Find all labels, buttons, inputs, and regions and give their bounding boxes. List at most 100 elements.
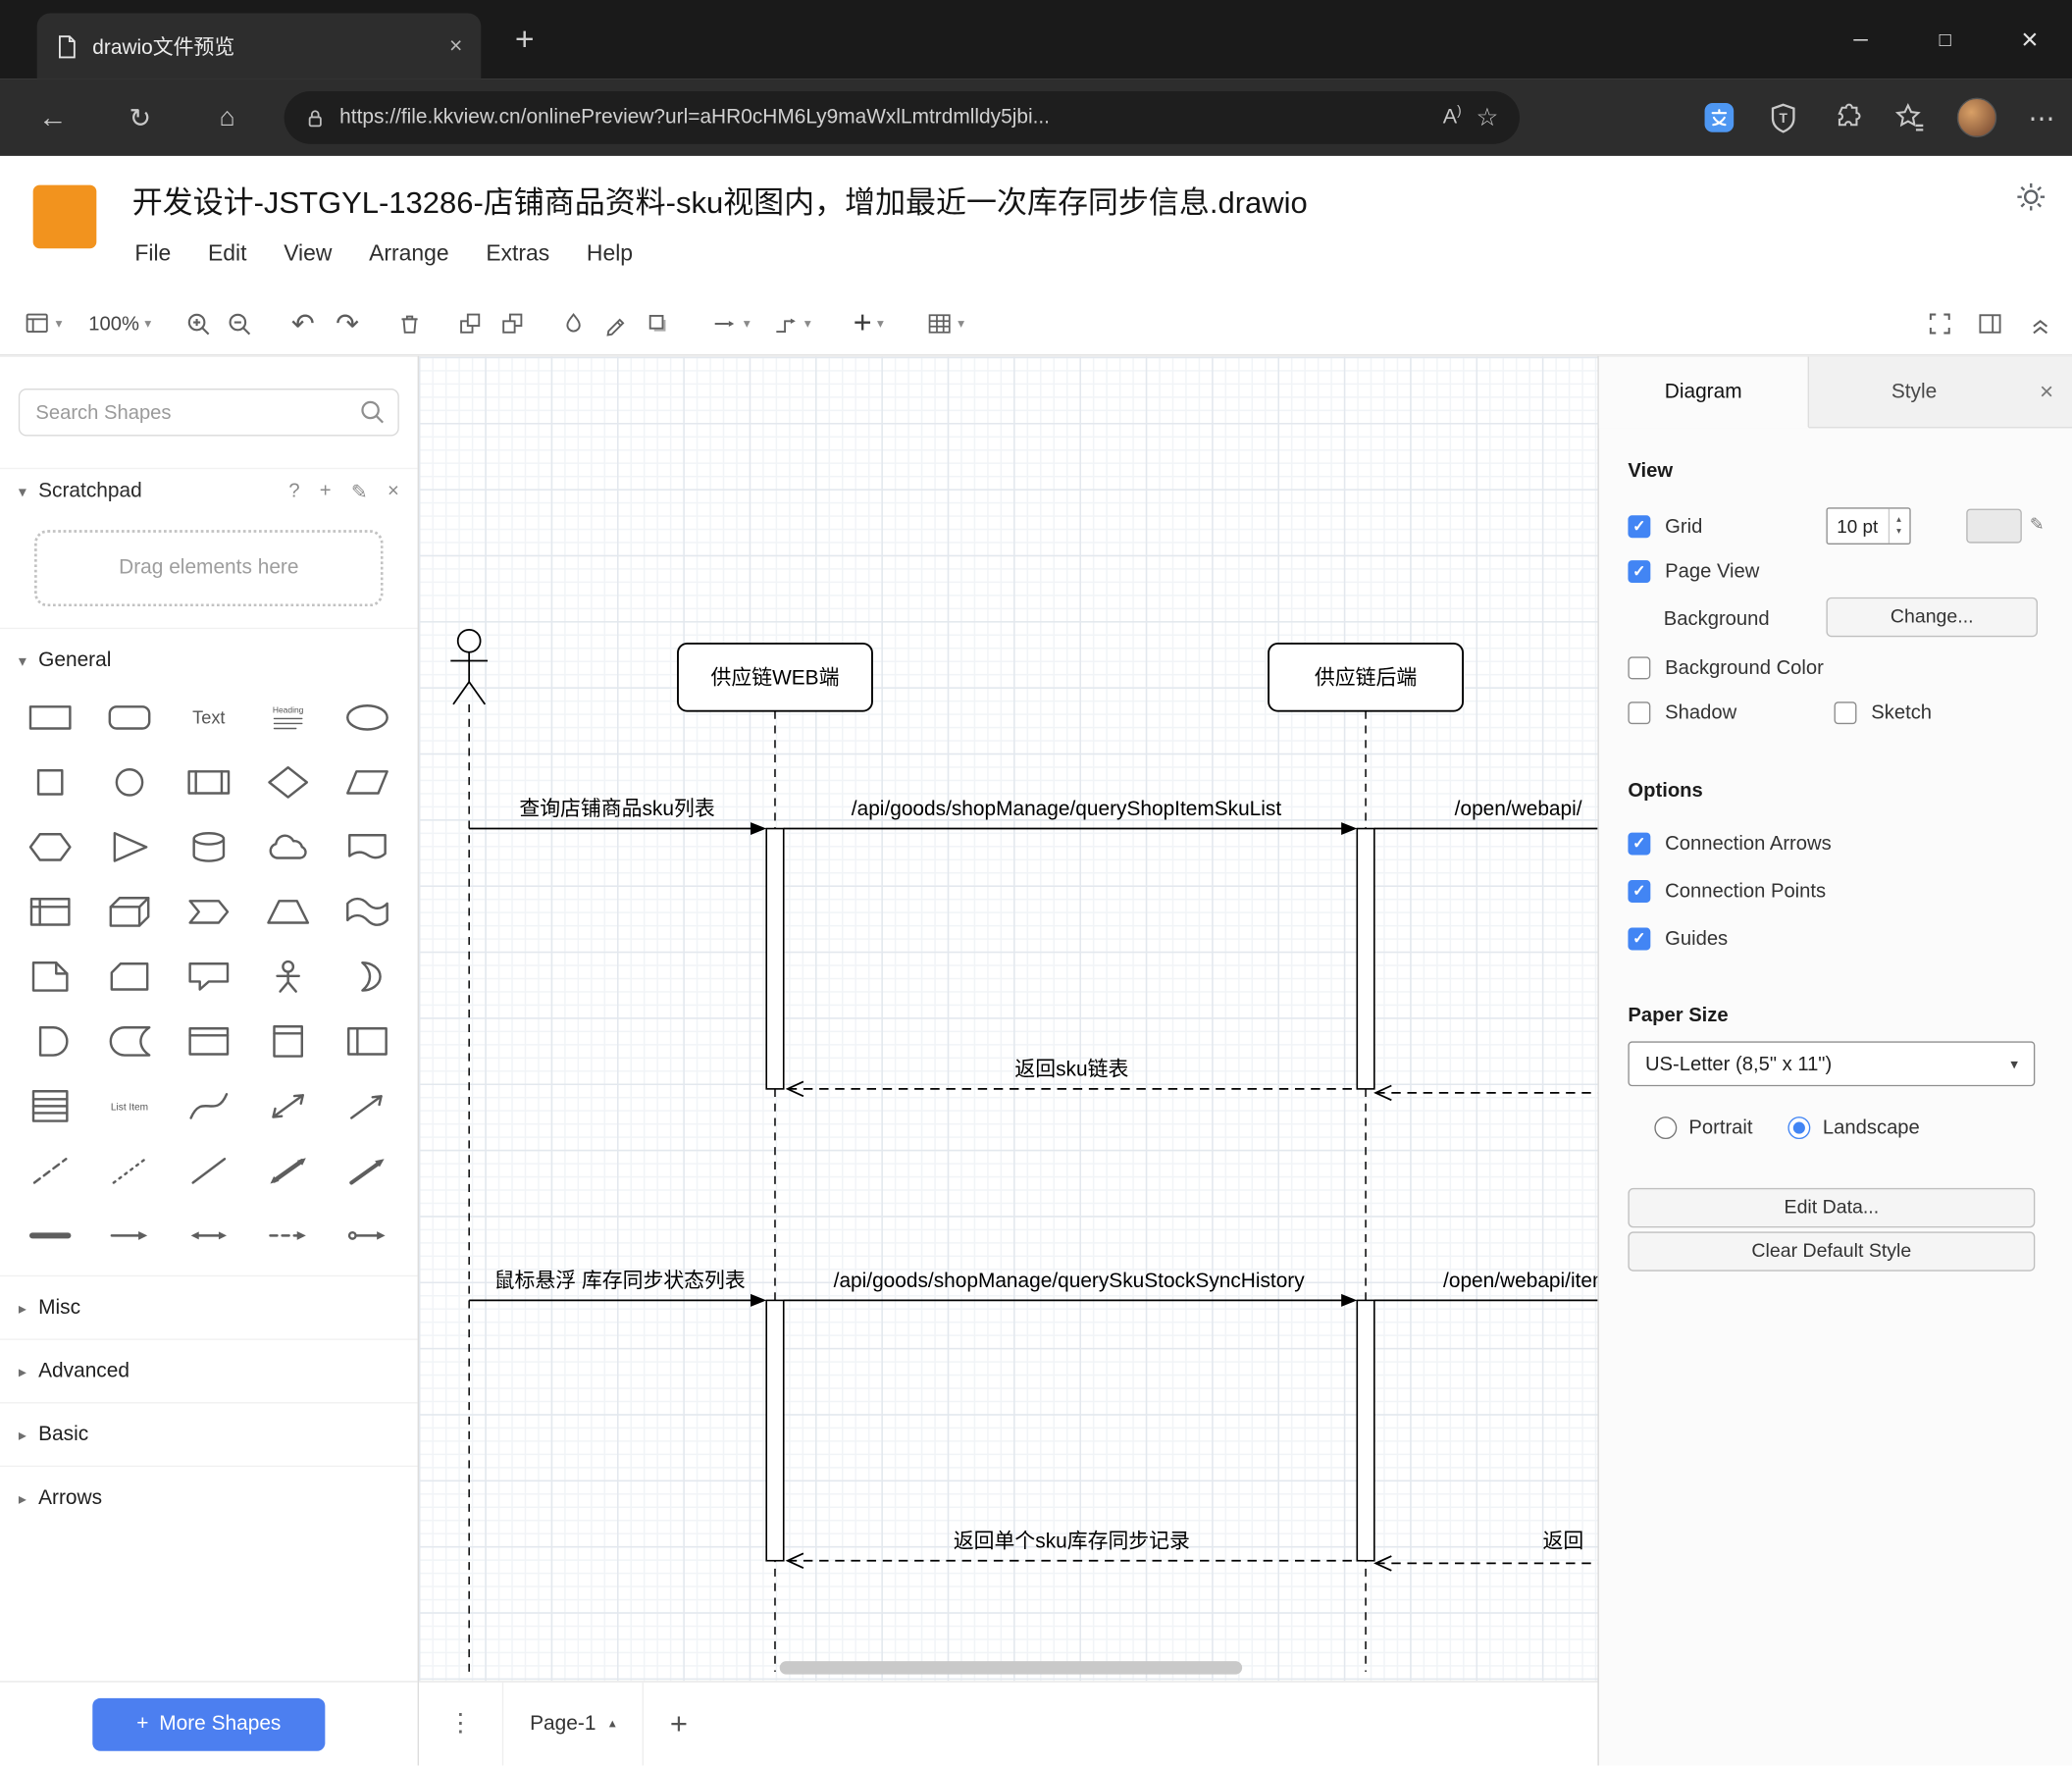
add-page-button[interactable]: + xyxy=(670,1706,688,1741)
shape-diagonal-arrow[interactable] xyxy=(328,1144,407,1197)
shape-triangle[interactable] xyxy=(90,820,170,873)
grid-size-spinner[interactable]: ▴ ▾ xyxy=(1888,508,1908,544)
extensions-puzz​le-icon[interactable] xyxy=(1831,102,1862,133)
shape-tape[interactable] xyxy=(328,885,407,938)
sidebar-section-arrows[interactable]: ▸ Arrows xyxy=(0,1465,418,1530)
to-back-button[interactable] xyxy=(499,302,526,344)
zoom-dropdown[interactable]: 100% ▾ xyxy=(88,302,151,344)
shape-directional-connector[interactable] xyxy=(90,1209,170,1262)
collections-star-icon[interactable] xyxy=(1893,102,1925,133)
shape-internal-storage[interactable] xyxy=(11,885,90,938)
window-close-button[interactable]: × xyxy=(1988,0,2072,79)
participant-web-box[interactable]: 供应链WEB端 xyxy=(677,643,873,712)
shape-curve[interactable] xyxy=(169,1079,248,1132)
waypoint-style-button[interactable]: ▾ xyxy=(771,302,811,344)
redo-button[interactable]: ↷ xyxy=(336,310,359,338)
message-label-open-webapi[interactable]: /open/webapi/ xyxy=(1455,798,1582,820)
shield-extension-icon[interactable]: T xyxy=(1768,101,1798,134)
shape-cube[interactable] xyxy=(90,885,170,938)
message-label-open-webapi-item[interactable]: /open/webapi/item xyxy=(1443,1270,1597,1292)
url-text[interactable]: https://file.kkview.cn/onlinePreview?url… xyxy=(339,106,1428,130)
scratchpad-edit-icon[interactable]: ✎ xyxy=(351,480,368,503)
search-shapes-input[interactable] xyxy=(18,389,399,437)
message-label-api-query-shop-item[interactable]: /api/goods/shopManage/queryShopItemSkuLi… xyxy=(852,798,1282,820)
shape-circle[interactable] xyxy=(90,755,170,808)
view-panels-button[interactable]: ▾ xyxy=(24,302,62,344)
change-background-button[interactable]: Change... xyxy=(1826,597,2038,638)
connection-style-button[interactable]: ▾ xyxy=(710,302,751,344)
message-label-query-sku-list[interactable]: 查询店铺商品sku列表 xyxy=(519,798,714,820)
format-panel-toggle-icon[interactable] xyxy=(1977,311,2003,338)
diagram-canvas[interactable]: 供应链WEB端 供应链后端 查询店铺商品sku列表 /api/goods/sho… xyxy=(418,355,1598,1682)
shape-cloud[interactable] xyxy=(248,820,328,873)
shape-bidirectional-connector[interactable] xyxy=(169,1209,248,1262)
shape-document[interactable] xyxy=(328,820,407,873)
menu-help[interactable]: Help xyxy=(587,240,633,267)
new-tab-button[interactable]: + xyxy=(505,20,544,59)
shape-trapezoid[interactable] xyxy=(248,885,328,938)
back-button[interactable]: ← xyxy=(29,79,77,156)
actor-figure[interactable] xyxy=(450,628,489,1672)
sidebar-section-general[interactable]: ▾ General xyxy=(0,627,418,692)
delete-button[interactable] xyxy=(396,302,423,344)
participant-backend-box[interactable]: 供应链后端 xyxy=(1268,643,1465,712)
scratchpad-add-icon[interactable]: + xyxy=(320,480,332,503)
tab-diagram[interactable]: Diagram xyxy=(1598,356,1809,429)
shape-endpoint-connector[interactable] xyxy=(328,1209,407,1262)
shape-note[interactable] xyxy=(11,950,90,1003)
return-label-single-sku-record[interactable]: 返回单个sku库存同步记录 xyxy=(954,1530,1190,1552)
horizontal-scrollbar[interactable] xyxy=(779,1661,1243,1675)
shape-hexagon[interactable] xyxy=(11,820,90,873)
shape-dashed-connector[interactable] xyxy=(248,1209,328,1262)
shape-card[interactable] xyxy=(90,950,170,1003)
shape-callout[interactable] xyxy=(169,950,248,1003)
paper-size-select[interactable]: US-Letter (8,5" x 11") ▾ xyxy=(1628,1041,2036,1087)
shape-textbox[interactable]: Heading xyxy=(248,691,328,744)
translate-extension-icon[interactable] xyxy=(1702,100,1736,134)
shape-bidirectional-arrow[interactable] xyxy=(248,1079,328,1132)
shape-cylinder[interactable] xyxy=(169,820,248,873)
profile-avatar[interactable] xyxy=(1956,97,1997,138)
fullscreen-icon[interactable] xyxy=(1927,311,1953,338)
shadow-button[interactable] xyxy=(645,302,671,344)
read-aloud-icon[interactable]: A) xyxy=(1443,105,1462,130)
pages-menu-icon[interactable]: ⋮ xyxy=(448,1709,474,1740)
landscape-radio[interactable] xyxy=(1787,1116,1811,1139)
message-label-hover-sync-status[interactable]: 鼠标悬浮 库存同步状态列表 xyxy=(494,1270,746,1292)
dark-mode-sun-icon[interactable] xyxy=(2014,180,2048,214)
shape-container[interactable] xyxy=(169,1014,248,1067)
menu-edit[interactable]: Edit xyxy=(208,240,246,267)
grid-color-edit-icon[interactable]: ✎ xyxy=(2030,514,2045,536)
tab-style[interactable]: Style xyxy=(1809,357,2019,427)
to-front-button[interactable] xyxy=(457,302,484,344)
shape-diamond[interactable] xyxy=(248,755,328,808)
page-tab[interactable]: Page-1 ▴ xyxy=(501,1682,644,1766)
sidebar-section-basic[interactable]: ▸ Basic xyxy=(0,1402,418,1466)
refresh-button[interactable]: ↻ xyxy=(117,79,164,156)
shape-square[interactable] xyxy=(11,755,90,808)
scratchpad-help-icon[interactable]: ? xyxy=(288,480,299,503)
shape-actor[interactable] xyxy=(248,950,328,1003)
shape-parallelogram[interactable] xyxy=(328,755,407,808)
shape-dotted-line[interactable] xyxy=(90,1144,170,1197)
connection-points-checkbox[interactable] xyxy=(1628,879,1651,903)
search-icon[interactable] xyxy=(358,397,388,427)
shape-step[interactable] xyxy=(169,885,248,938)
activation-bars[interactable] xyxy=(765,827,1375,1562)
home-button[interactable]: ⌂ xyxy=(203,79,250,156)
maximize-button[interactable]: □ xyxy=(1903,0,1988,79)
shape-process[interactable] xyxy=(169,755,248,808)
insert-button[interactable]: + ▾ xyxy=(854,302,884,344)
undo-button[interactable]: ↶ xyxy=(291,310,315,338)
connection-arrows-checkbox[interactable] xyxy=(1628,831,1651,855)
shape-thick-line[interactable] xyxy=(11,1209,90,1262)
return-label-clipped[interactable]: 返回 xyxy=(1543,1530,1584,1552)
lifelines[interactable] xyxy=(774,710,1367,1672)
fill-color-button[interactable] xyxy=(560,302,587,344)
shape-ellipse[interactable] xyxy=(328,691,407,744)
shadow-checkbox[interactable] xyxy=(1628,701,1651,724)
sidebar-section-misc[interactable]: ▸ Misc xyxy=(0,1274,418,1339)
clear-default-style-button[interactable]: Clear Default Style xyxy=(1628,1231,2036,1272)
shape-dashed-line[interactable] xyxy=(11,1144,90,1197)
scratchpad-header[interactable]: ▾ Scratchpad ? + ✎ × xyxy=(0,467,418,514)
